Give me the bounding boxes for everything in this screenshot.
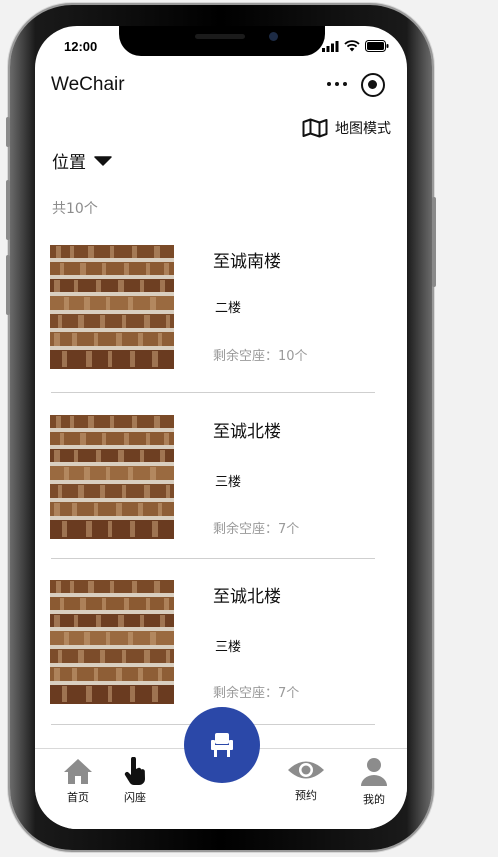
map-mode-button[interactable]: 地图模式	[302, 118, 391, 138]
status-icons	[322, 40, 389, 52]
phone-screen: 12:00 WeChair 地图模式 位置 共10个 至诚南楼 二楼 剩余空座：…	[35, 26, 407, 829]
list-item[interactable]: 至诚北楼 三楼 剩余空座：7个	[50, 415, 375, 539]
bookshelf-image-graphic	[50, 580, 174, 704]
more-dots-icon[interactable]	[327, 78, 351, 90]
list-item[interactable]: 至诚北楼 三楼 剩余空座：7个	[50, 580, 375, 704]
tab-mine[interactable]: 我的	[360, 757, 388, 807]
location-filter[interactable]: 位置	[52, 148, 112, 173]
location-label: 位置	[52, 153, 86, 173]
mute-switch	[6, 117, 10, 147]
building-name: 至诚南楼	[213, 252, 281, 272]
signal-icon	[322, 40, 339, 52]
app-title: WeChair	[51, 74, 125, 95]
seats-remaining: 剩余空座：10个	[213, 349, 308, 364]
bookshelf-image-graphic	[50, 415, 174, 539]
target-icon[interactable]	[361, 73, 385, 97]
eye-icon	[288, 761, 324, 779]
floor-label: 二楼	[215, 301, 242, 316]
volume-down-button	[6, 255, 10, 315]
wifi-icon	[344, 40, 360, 52]
chair-icon	[211, 733, 233, 757]
list-item[interactable]: 至诚南楼 二楼 剩余空座：10个	[50, 245, 375, 369]
map-mode-label: 地图模式	[335, 121, 391, 137]
user-icon	[361, 758, 387, 786]
speaker-grille	[195, 34, 245, 39]
seats-remaining: 剩余空座：7个	[213, 522, 300, 537]
tab-home-label: 首页	[67, 791, 89, 804]
tab-reserve-label: 预约	[295, 789, 317, 802]
volume-up-button	[6, 180, 10, 240]
notch	[119, 26, 325, 56]
bookshelf-image	[50, 415, 174, 539]
divider	[51, 558, 375, 559]
battery-icon	[365, 40, 389, 52]
tap-hand-icon	[124, 757, 145, 785]
result-count: 共10个	[52, 201, 98, 217]
floor-label: 三楼	[215, 640, 242, 655]
tab-home[interactable]: 首页	[63, 757, 93, 805]
map-icon	[302, 118, 328, 138]
camera-icon	[269, 32, 278, 41]
tab-flash-seat[interactable]: 闪座	[123, 757, 147, 805]
home-icon	[64, 759, 92, 784]
tab-mine-label: 我的	[363, 793, 385, 806]
bookshelf-image-graphic	[50, 245, 174, 369]
bookshelf-image	[50, 245, 174, 369]
seat-fab-button[interactable]	[184, 707, 260, 783]
tab-reserve[interactable]: 预约	[287, 757, 325, 803]
building-name: 至诚北楼	[213, 587, 281, 607]
caret-down-icon	[94, 155, 112, 166]
bookshelf-image	[50, 580, 174, 704]
status-time: 12:00	[64, 39, 98, 54]
building-name: 至诚北楼	[213, 422, 281, 442]
floor-label: 三楼	[215, 475, 242, 490]
seats-remaining: 剩余空座：7个	[213, 686, 300, 701]
divider	[51, 392, 375, 393]
power-button	[432, 197, 436, 287]
tab-flash-seat-label: 闪座	[124, 791, 146, 804]
